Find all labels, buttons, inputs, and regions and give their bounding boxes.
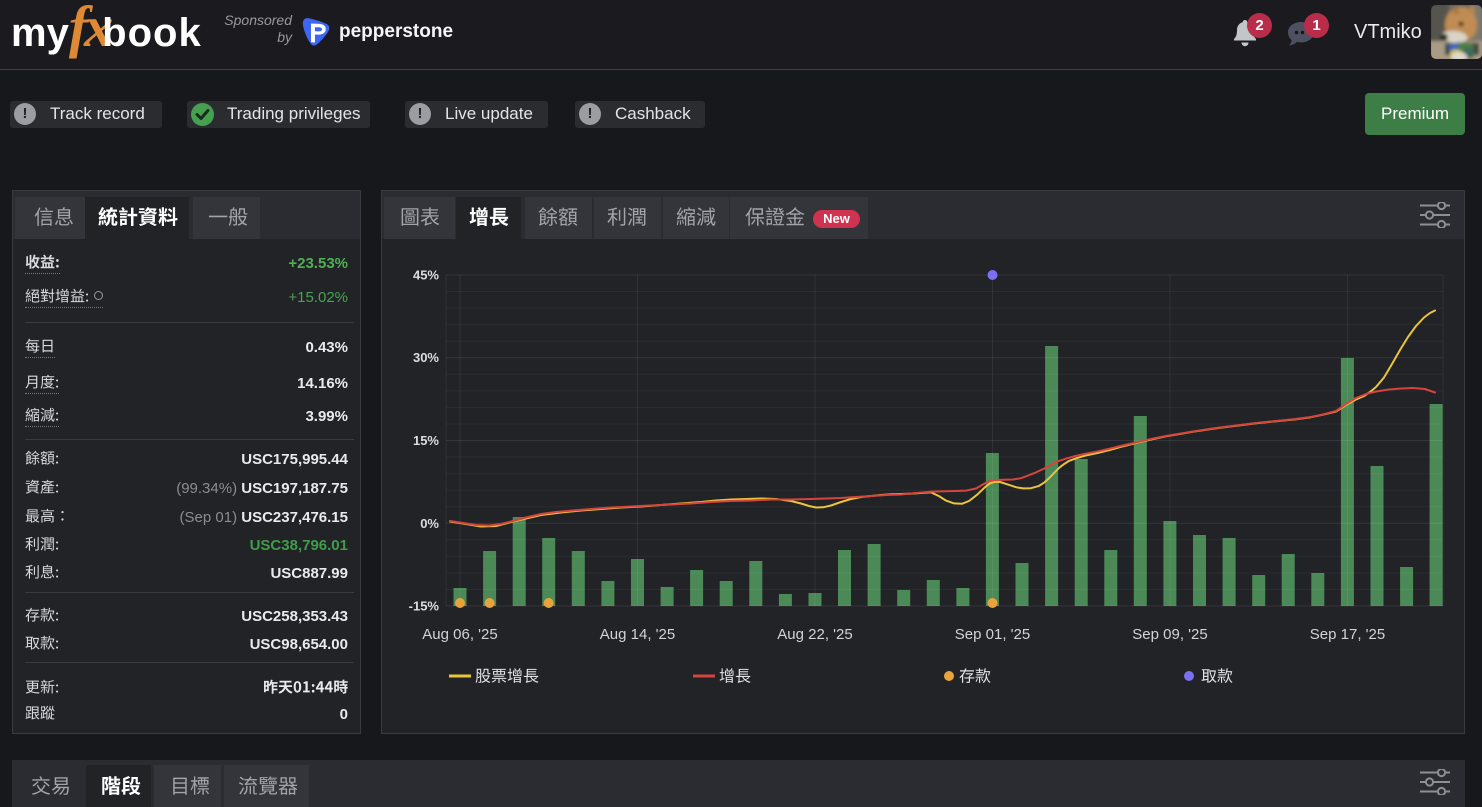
svg-text:Aug 14, '25: Aug 14, '25 [600,626,675,643]
svg-text:-15%: -15% [409,599,440,614]
svg-text:Aug 06, '25: Aug 06, '25 [422,626,497,643]
svg-text:Aug 22, '25: Aug 22, '25 [777,626,852,643]
svg-text:0%: 0% [420,516,439,531]
svg-text:30%: 30% [413,350,439,365]
svg-text:Sep 01, '25: Sep 01, '25 [955,626,1030,643]
svg-text:45%: 45% [413,268,439,283]
svg-text:Sep 09, '25: Sep 09, '25 [1132,626,1207,643]
svg-text:15%: 15% [413,433,439,448]
svg-text:Sep 17, '25: Sep 17, '25 [1310,626,1385,643]
